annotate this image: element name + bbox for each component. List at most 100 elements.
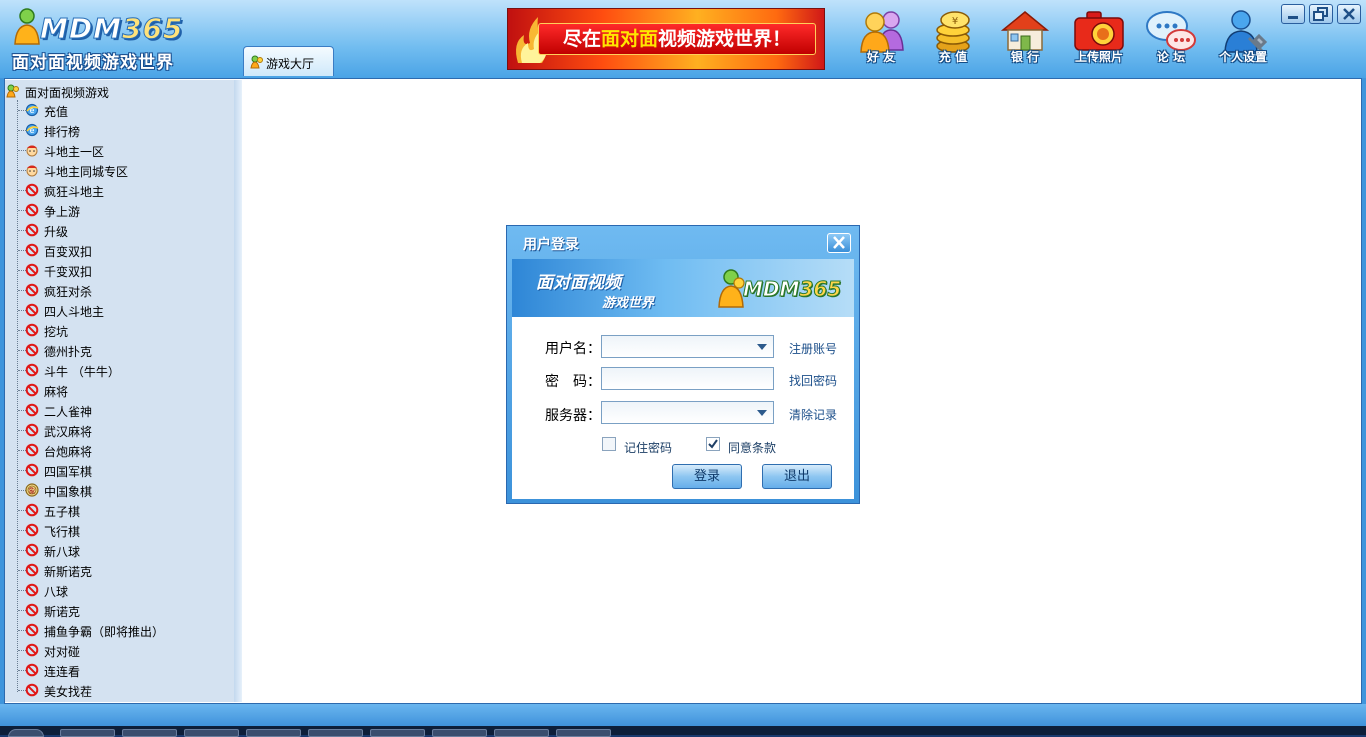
tree-item-label: 斗牛 （牛牛）: [44, 365, 120, 379]
toolbar-upload-photo-button[interactable]: 上传照片: [1066, 8, 1132, 70]
tree-item-label: 武汉麻将: [44, 425, 93, 439]
toolbar-friends-button[interactable]: 好 友: [848, 8, 914, 70]
tree-item[interactable]: 麻将: [5, 380, 234, 400]
tree-item[interactable]: 飞行棋: [5, 520, 234, 540]
tree-item[interactable]: 二人雀神: [5, 400, 234, 420]
login-close-button[interactable]: [827, 233, 851, 253]
tree-item[interactable]: 斗地主一区: [5, 140, 234, 160]
ie-icon: e: [25, 123, 39, 137]
toolbar-recharge-button[interactable]: ¥ 充 值: [920, 8, 986, 70]
tree-item[interactable]: 武汉麻将: [5, 420, 234, 440]
app-window: MDM365 面对面视频游戏世界 尽在面对面视频游戏世界！ 好 友 ¥ 充 值 …: [0, 0, 1366, 737]
chevron-down-icon[interactable]: [757, 410, 767, 416]
disabled-icon: [25, 363, 39, 377]
disabled-icon: [25, 463, 39, 477]
toolbar-user-settings-button[interactable]: 个人设置: [1210, 8, 1276, 70]
remember-password-checkbox[interactable]: [602, 437, 616, 451]
tree-item[interactable]: 四国军棋: [5, 460, 234, 480]
tree-item[interactable]: 四人斗地主: [5, 300, 234, 320]
tree-item-label: 连连看: [44, 665, 81, 679]
tree-item[interactable]: 千变双扣: [5, 260, 234, 280]
server-label: 服务器：: [545, 408, 601, 424]
tree-item[interactable]: 升级: [5, 220, 234, 240]
tree-item[interactable]: 新八球: [5, 540, 234, 560]
tree-item[interactable]: 斯诺克: [5, 600, 234, 620]
toolbar-recharge-label: 充 值: [938, 50, 968, 64]
tree-item[interactable]: 连连看: [5, 660, 234, 680]
taskbar-app-9[interactable]: [556, 729, 611, 737]
tree-item-label: 新八球: [44, 545, 81, 559]
tree-item[interactable]: 象中国象棋: [5, 480, 234, 500]
game-tree-sidebar[interactable]: 面对面视频游戏 e 充值 e 排行榜 斗地主一区 斗地主同城专区 疯狂斗地主 争上游 升级 百变双…: [5, 80, 234, 702]
close-icon: [833, 236, 845, 249]
server-combobox[interactable]: [601, 401, 774, 424]
clear-records-link[interactable]: 清除记录: [789, 406, 837, 423]
disabled-icon: [25, 423, 39, 437]
tree-item-label: 千变双扣: [44, 265, 93, 279]
taskbar-app-3[interactable]: [184, 729, 239, 737]
tree-item[interactable]: 捕鱼争霸（即将推出）: [5, 620, 234, 640]
login-button[interactable]: 登录: [672, 464, 742, 489]
taskbar-app-8[interactable]: [494, 729, 549, 737]
login-banner-line1: 面对面视频: [536, 273, 621, 293]
sidebar-splitter[interactable]: [234, 80, 242, 702]
recover-password-link[interactable]: 找回密码: [789, 372, 837, 389]
login-logo-number: 365: [799, 277, 842, 302]
taskbar-start-button[interactable]: [8, 729, 44, 737]
game-lobby-icon: [250, 55, 263, 69]
tab-game-lobby[interactable]: 游戏大厅: [243, 46, 334, 76]
toolbar-bank-button[interactable]: 银 行: [992, 8, 1058, 70]
tree-item[interactable]: 疯狂斗地主: [5, 180, 234, 200]
tree-item[interactable]: 五子棋: [5, 500, 234, 520]
tree-item[interactable]: 八球: [5, 580, 234, 600]
login-dialog-title: 用户登录: [523, 237, 579, 253]
tree-item[interactable]: 德州扑克: [5, 340, 234, 360]
disabled-icon: [25, 383, 39, 397]
tree-item-label: 二人雀神: [44, 405, 93, 419]
title-bar: MDM365 面对面视频游戏世界 尽在面对面视频游戏世界！ 好 友 ¥ 充 值 …: [0, 0, 1366, 78]
username-combobox[interactable]: [601, 335, 774, 358]
taskbar-app-5[interactable]: [308, 729, 363, 737]
taskbar-app-1[interactable]: [60, 729, 115, 737]
tree-item[interactable]: 台炮麻将: [5, 440, 234, 460]
tree-item[interactable]: 美女找茬: [5, 680, 234, 700]
exit-button[interactable]: 退出: [762, 464, 832, 489]
tree-item[interactable]: 挖坑: [5, 320, 234, 340]
disabled-icon: [25, 183, 39, 197]
toolbar-forum-label: 论 坛: [1156, 50, 1186, 64]
tree-item[interactable]: e 充值: [5, 100, 234, 120]
restore-button[interactable]: [1309, 4, 1333, 24]
minimize-button[interactable]: [1281, 4, 1305, 24]
password-field[interactable]: [601, 367, 774, 390]
close-window-button[interactable]: [1337, 4, 1361, 24]
tree-item[interactable]: 争上游: [5, 200, 234, 220]
register-account-link[interactable]: 注册账号: [789, 340, 837, 357]
tree-item-label: 斗地主一区: [44, 145, 105, 159]
toolbar-forum-button[interactable]: 论 坛: [1138, 8, 1204, 70]
taskbar-app-4[interactable]: [246, 729, 301, 737]
taskbar-app-6[interactable]: [370, 729, 425, 737]
tree-item[interactable]: 疯狂对杀: [5, 280, 234, 300]
agree-terms-checkbox[interactable]: [706, 437, 720, 451]
svg-text:e: e: [30, 106, 35, 115]
tree-item[interactable]: 对对碰: [5, 640, 234, 660]
tree-item[interactable]: 斗牛 （牛牛）: [5, 360, 234, 380]
tree-item-label: 斗地主同城专区: [44, 165, 129, 179]
disabled-icon: [25, 283, 39, 297]
tree-item[interactable]: 百变双扣: [5, 240, 234, 260]
tree-item[interactable]: e 排行榜: [5, 120, 234, 140]
tree-item[interactable]: 新斯诺克: [5, 560, 234, 580]
disabled-icon: [25, 443, 39, 457]
taskbar-app-7[interactable]: [432, 729, 487, 737]
app-logo: MDM365 面对面视频游戏世界: [12, 6, 202, 73]
tree-item-label: 五子棋: [44, 505, 81, 519]
chevron-down-icon[interactable]: [757, 344, 767, 350]
tree-item-label: 疯狂对杀: [44, 285, 93, 299]
tree-item-label: 中国象棋: [44, 485, 93, 499]
ad-banner[interactable]: 尽在面对面视频游戏世界！: [507, 8, 825, 70]
game-world-icon: [6, 84, 19, 98]
taskbar-app-2[interactable]: [122, 729, 177, 737]
login-logo-text: MDM: [742, 277, 800, 302]
disabled-icon: [25, 343, 39, 357]
tree-item[interactable]: 斗地主同城专区: [5, 160, 234, 180]
